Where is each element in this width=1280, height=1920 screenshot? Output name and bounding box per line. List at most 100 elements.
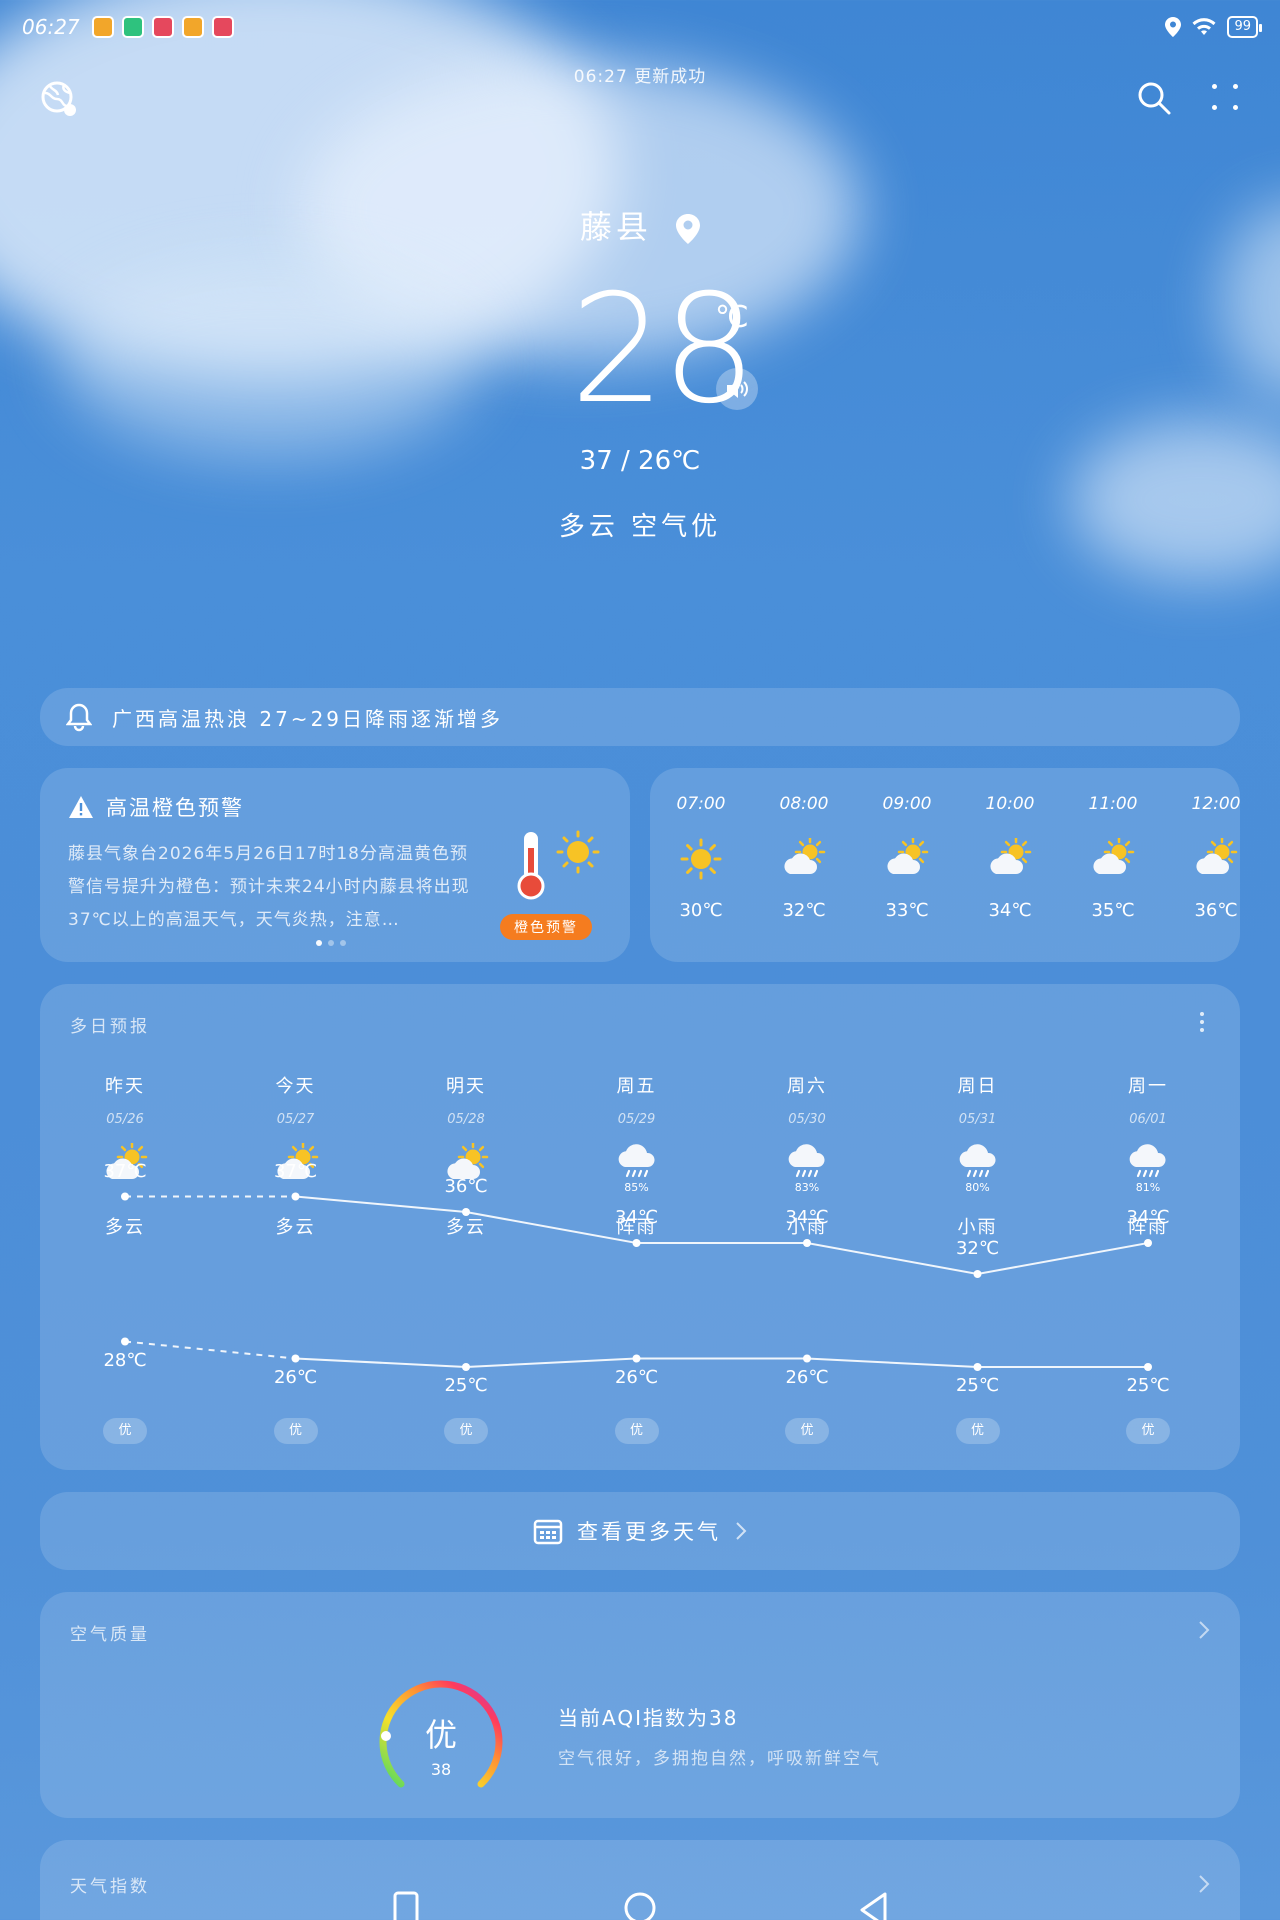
day-aqi-badge: 优 <box>785 1418 829 1444</box>
hourly-item: 07:00 30℃ <box>661 794 741 921</box>
recent-apps-icon[interactable] <box>392 1890 420 1920</box>
low-temp-label: 26℃ <box>614 1366 659 1388</box>
carousel-dots <box>316 940 346 946</box>
sun-icon <box>676 838 726 880</box>
warning-text: 藤县气象台2026年5月26日17时18分高温黄色预警信号提升为橙色：预计未来2… <box>68 844 470 930</box>
carousel-dot <box>328 940 334 946</box>
low-temp-line-point <box>121 1337 129 1346</box>
temperature-unit: ℃ <box>715 300 749 335</box>
calendar-icon <box>533 1519 563 1545</box>
more-weather-button[interactable]: 查看更多天气 <box>40 1492 1240 1570</box>
partly-cloudy-icon <box>882 836 932 880</box>
status-bar: 06:27 99 <box>22 12 1262 42</box>
high-temp-label: 34℃ <box>614 1207 659 1228</box>
day-aqi-badge: 优 <box>103 1418 147 1444</box>
high-temp-label: 37℃ <box>103 1160 147 1182</box>
aqi-value: 38 <box>430 1760 452 1779</box>
hourly-item: 11:00 35℃ <box>1073 794 1153 921</box>
air-quality-card[interactable]: 空气质量 优 38 当前AQI指数为38 空气很好，多拥抱自然，呼吸新鲜空气 <box>40 1592 1240 1818</box>
day-aqi-badge: 优 <box>1126 1418 1170 1444</box>
partly-cloudy-icon <box>1088 836 1138 880</box>
hourly-time: 11:00 <box>1088 794 1138 814</box>
hourly-item: 08:00 32℃ <box>764 794 844 921</box>
carousel-dot <box>340 940 346 946</box>
day-aqi-badge: 优 <box>955 1418 1000 1444</box>
day-aqi-badge: 优 <box>273 1418 318 1444</box>
low-temp-line-point <box>291 1354 300 1363</box>
temperature-range: 37 / 26℃ <box>579 446 701 476</box>
low-temp-line-point <box>803 1354 811 1363</box>
hourly-forecast-card[interactable]: 07:00 30℃ 08:00 32℃ 09:00 33℃ 10:00 34℃ 11:00 35℃… <box>650 768 1240 962</box>
chevron-right-icon <box>736 1522 747 1540</box>
low-temp-label: 26℃ <box>273 1366 318 1388</box>
speaker-icon[interactable] <box>716 368 758 410</box>
partly-cloudy-icon <box>1191 836 1240 880</box>
hourly-item: 12:00 36℃ <box>1176 794 1241 921</box>
location-status-icon <box>1165 17 1182 37</box>
city-label: 藤县 <box>579 208 652 246</box>
wifi-icon <box>1192 18 1216 35</box>
location-pin-icon <box>676 214 701 244</box>
more-weather-label: 查看更多天气 <box>577 1520 721 1544</box>
notification-icons <box>91 16 234 38</box>
high-temp-label: 32℃ <box>955 1238 1000 1259</box>
battery-indicator: 99 <box>1227 16 1262 38</box>
high-temp-line-point <box>291 1192 300 1201</box>
home-icon[interactable] <box>624 1890 656 1920</box>
low-temp-label: 25℃ <box>444 1375 488 1396</box>
update-status: 06:27 更新成功 <box>573 67 707 87</box>
high-temp-line-point <box>632 1239 641 1247</box>
city-name[interactable]: 藤县 <box>0 202 1280 248</box>
partly-cloudy-icon <box>985 836 1035 880</box>
weibo-notification-icon <box>91 16 114 38</box>
hourly-time: 10:00 <box>985 794 1035 814</box>
warning-title: 高温橙色预警 <box>106 796 244 820</box>
high-temp-label: 36℃ <box>444 1176 488 1197</box>
news-alert-bar[interactable]: 广西高温热浪 27~29日降雨逐渐增多 <box>40 688 1240 746</box>
current-condition: 多云 空气优 <box>558 512 722 542</box>
hourly-item: 09:00 33℃ <box>867 794 947 921</box>
multi-day-forecast-card[interactable]: 多日预报 昨天 05/26 多云 今天 05/27 多云 明天 05/28 多云 周五 05/29 8… <box>40 984 1240 1470</box>
globe-icon[interactable] <box>40 80 78 118</box>
status-right: 99 <box>1165 16 1262 38</box>
hourly-temp: 35℃ <box>1091 900 1135 921</box>
low-temp-line-point <box>632 1354 641 1363</box>
weibo-notification-icon <box>181 16 204 38</box>
low-temp-line-point <box>462 1363 470 1371</box>
high-temp-line-point <box>462 1208 470 1216</box>
high-temp-label: 34℃ <box>785 1207 829 1228</box>
chevron-right-icon <box>1199 1621 1210 1639</box>
warning-title-row: 高温橙色预警 <box>68 792 602 822</box>
redbook-notification-icon <box>211 16 234 38</box>
back-icon[interactable] <box>858 1890 888 1920</box>
warning-level-badge: 橙色预警 <box>500 914 592 940</box>
day-aqi-badge: 优 <box>614 1418 659 1444</box>
low-temp-label: 25℃ <box>1126 1375 1170 1396</box>
high-temp-line-point <box>1144 1239 1152 1247</box>
more-options-icon[interactable] <box>1212 84 1242 114</box>
high-temp-label: 37℃ <box>273 1160 318 1182</box>
hourly-temp: 30℃ <box>679 900 723 921</box>
aqi-description: 空气很好，多拥抱自然，呼吸新鲜空气 <box>558 1749 881 1769</box>
partly-cloudy-icon <box>779 836 829 880</box>
news-alert-text: 广西高温热浪 27~29日降雨逐渐增多 <box>112 706 504 731</box>
carousel-dot-active <box>316 940 322 946</box>
low-temp-line-point <box>1144 1363 1152 1371</box>
search-icon[interactable] <box>1136 80 1172 116</box>
aqi-level: 优 <box>424 1716 457 1754</box>
weather-warning-card[interactable]: 高温橙色预警 藤县气象台2026年5月26日17时18分高温黄色预警信号提升为橙… <box>40 768 630 962</box>
high-temp-line <box>295 1195 1149 1276</box>
high-temp-line-point <box>803 1239 811 1247</box>
status-time: 06:27 <box>22 15 80 39</box>
day-aqi-badge: 优 <box>444 1418 488 1444</box>
air-quality-title: 空气质量 <box>70 1625 150 1645</box>
hourly-temp: 32℃ <box>782 900 826 921</box>
app-notification-icon <box>121 16 144 38</box>
hourly-time: 09:00 <box>882 794 932 814</box>
low-temp-label: 28℃ <box>103 1349 147 1371</box>
high-temp-label: 34℃ <box>1126 1207 1170 1228</box>
hourly-temp: 36℃ <box>1194 900 1238 921</box>
low-temp-label: 25℃ <box>955 1375 1000 1396</box>
high-temp-line-point <box>973 1270 982 1278</box>
redbook-notification-icon <box>151 16 174 38</box>
